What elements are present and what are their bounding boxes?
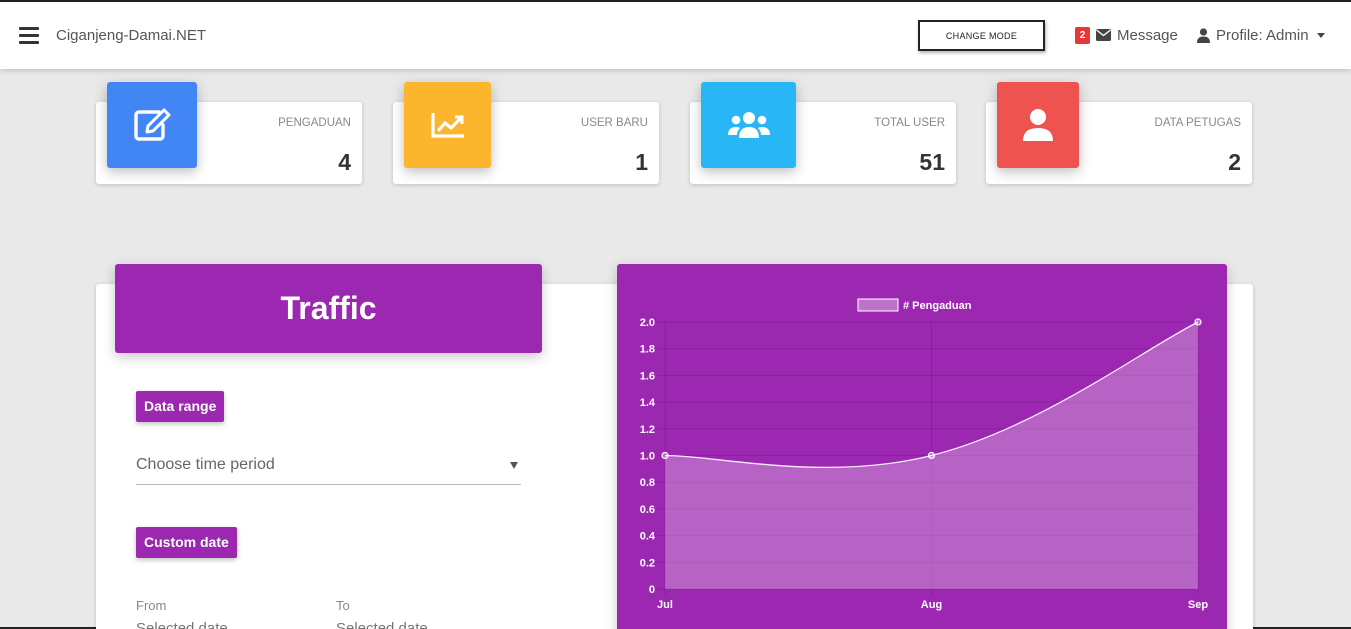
y-tick-label: 0 <box>649 584 655 596</box>
message-count-badge: 2 <box>1075 26 1090 44</box>
y-tick-label: 1.8 <box>640 344 655 356</box>
y-tick-label: 0.8 <box>640 477 655 489</box>
profile-label: Profile: Admin <box>1216 26 1309 44</box>
x-tick-label: Jul <box>657 599 673 611</box>
y-tick-label: 0.6 <box>640 504 655 516</box>
y-tick-label: 1.0 <box>640 451 655 463</box>
message-label: Message <box>1117 26 1178 44</box>
menu-icon[interactable] <box>19 27 39 44</box>
change-mode-button[interactable]: CHANGE MODE <box>918 20 1045 51</box>
stat-card-data-petugas: DATA PETUGAS 2 <box>986 82 1252 184</box>
caret-down-icon <box>1316 32 1325 38</box>
brand-name[interactable]: Ciganjeng-Damai.NET <box>56 27 206 44</box>
from-label: From <box>136 598 167 613</box>
select-value: Choose time period <box>136 456 275 473</box>
traffic-title: Traffic <box>115 264 542 353</box>
y-tick-label: 1.4 <box>640 397 656 409</box>
to-date-input[interactable] <box>336 617 506 629</box>
stat-value: 1 <box>635 149 648 175</box>
stat-label: TOTAL USER <box>874 117 945 129</box>
top-navbar: Ciganjeng-Damai.NET CHANGE MODE 2 Messag… <box>0 2 1351 69</box>
line-chart-icon <box>430 113 464 138</box>
from-date-input[interactable] <box>136 617 306 629</box>
stat-label: USER BARU <box>580 117 648 129</box>
data-point <box>661 451 669 460</box>
legend-label: # Pengaduan <box>903 300 972 312</box>
y-tick-label: 2.0 <box>640 317 655 329</box>
stat-label: DATA PETUGAS <box>1154 117 1241 129</box>
user-icon <box>1197 27 1210 43</box>
legend-swatch <box>857 298 899 312</box>
custom-date-label: Custom date <box>136 527 237 558</box>
traffic-chart-card: 0 0.2 0.4 0.6 0.8 1.0 1.2 1.4 1.6 1.8 2.0 Jul Aug Sep… <box>617 264 1227 629</box>
stat-value: 4 <box>338 149 351 175</box>
traffic-line-chart: 0 0.2 0.4 0.6 0.8 1.0 1.2 1.4 1.6 1.8 2.0 Jul Aug Sep… <box>640 298 1208 611</box>
y-tick-label: 1.2 <box>640 424 655 436</box>
dropdown-arrow-icon <box>510 462 518 469</box>
user-icon <box>1023 109 1053 141</box>
stat-card-total-user: TOTAL USER 51 <box>690 82 956 184</box>
to-label: To <box>336 598 350 613</box>
stat-icon-box <box>404 82 491 168</box>
users-icon <box>727 112 770 138</box>
data-point <box>1194 318 1202 326</box>
stat-value: 51 <box>919 149 945 175</box>
y-tick-label: 0.4 <box>640 531 656 543</box>
profile-dropdown[interactable]: Profile: Admin <box>1197 24 1325 46</box>
message-link[interactable]: 2 Message <box>1075 24 1178 46</box>
stat-icon-box <box>107 82 197 168</box>
stat-value: 2 <box>1228 149 1241 175</box>
data-range-label: Data range <box>136 391 225 422</box>
stat-card-user-baru: USER BARU 1 <box>393 82 659 184</box>
stat-label: PENGADUAN <box>278 117 351 129</box>
data-point <box>927 451 936 460</box>
y-tick-label: 1.6 <box>640 370 655 382</box>
time-period-select[interactable]: Choose time period <box>136 446 521 485</box>
edit-icon <box>134 108 171 141</box>
envelope-icon <box>1096 29 1111 41</box>
x-tick-label: Aug <box>921 599 942 611</box>
x-tick-label: Sep <box>1188 599 1208 611</box>
y-tick-label: 0.2 <box>640 557 655 569</box>
stat-icon-box <box>701 82 796 168</box>
stat-icon-box <box>997 82 1079 168</box>
stat-card-pengaduan: PENGADUAN 4 <box>96 82 362 184</box>
